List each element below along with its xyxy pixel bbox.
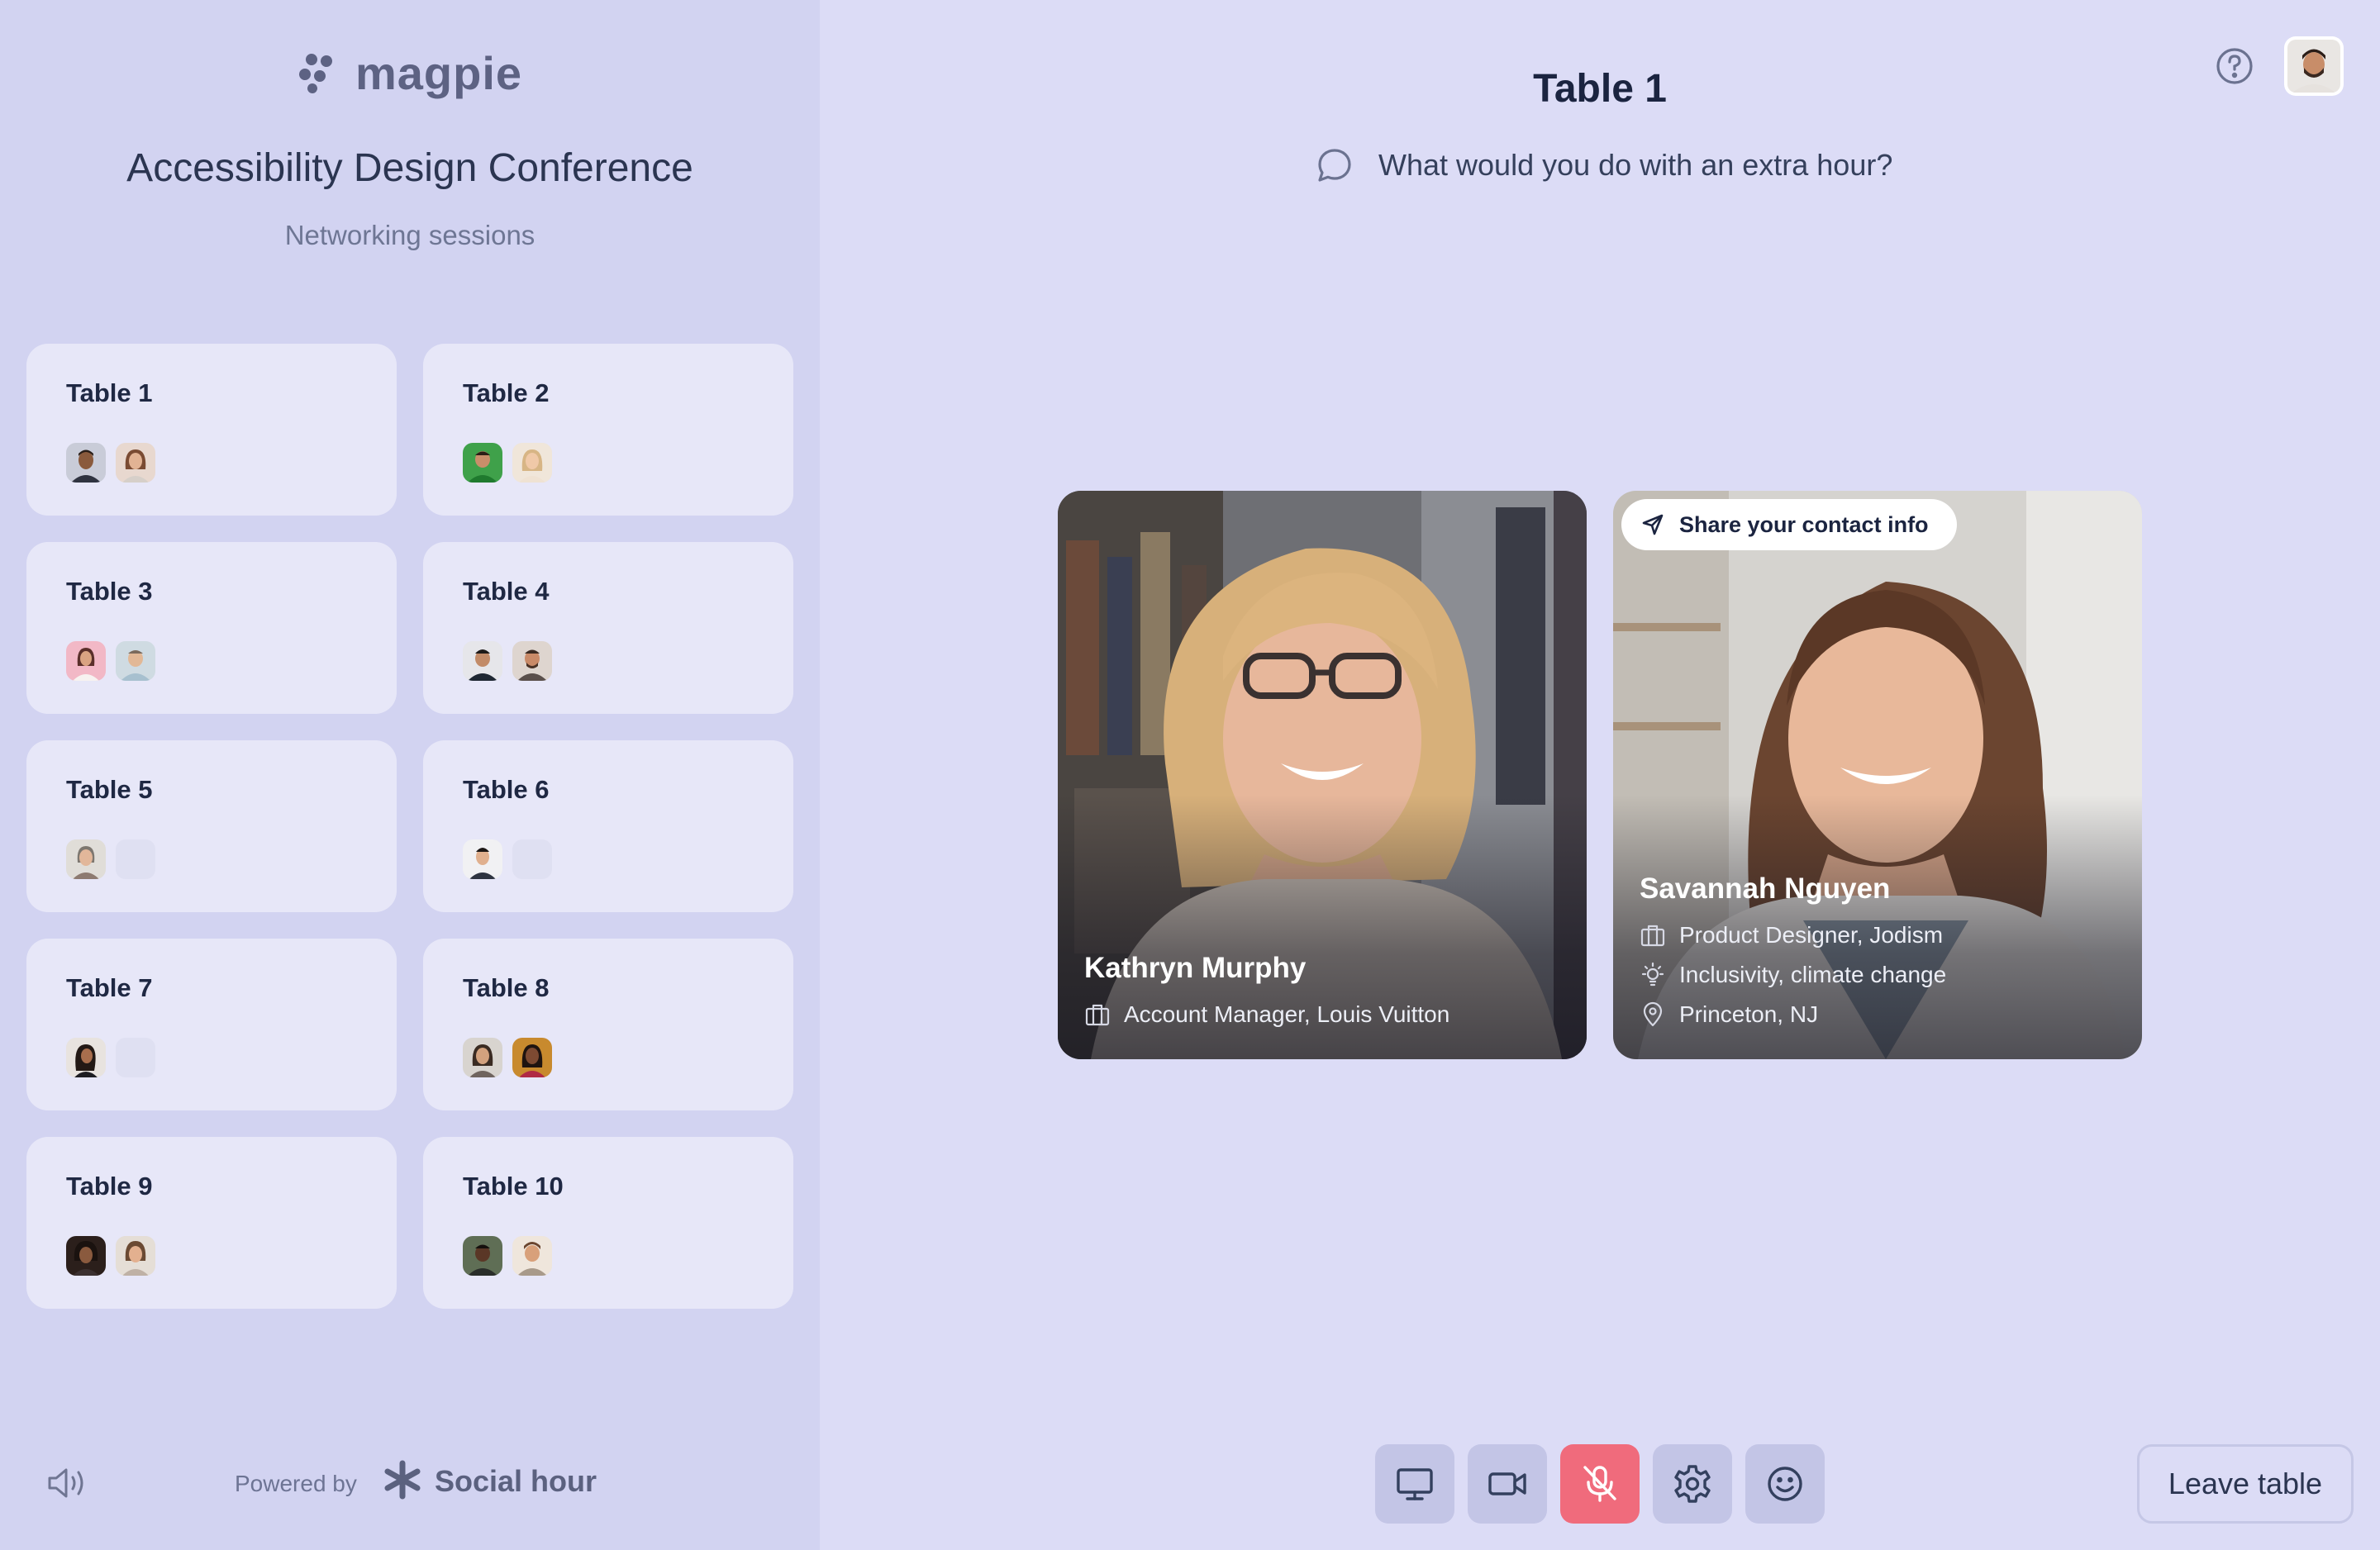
event-title: Accessibility Design Conference [126,146,693,190]
table-avatars [463,839,552,879]
table-avatars [463,443,552,483]
avatar [66,641,106,681]
gear-icon [1674,1465,1711,1503]
table-card-10[interactable]: Table 10 [423,1137,793,1309]
briefcase-icon [1085,1004,1110,1026]
avatar [116,1236,155,1276]
table-avatars [463,1236,552,1276]
table-avatars [463,641,552,681]
prompt-text: What would you do with an extra hour? [1378,148,1893,182]
participant-name: Savannah Nguyen [1640,872,1891,905]
table-avatars [463,1038,552,1077]
call-controls [1375,1444,1825,1524]
avatar-empty [116,1038,155,1077]
table-card-1[interactable]: Table 1 [26,344,397,516]
avatar [66,839,106,879]
table-card-2[interactable]: Table 2 [423,344,793,516]
reactions-button[interactable] [1745,1444,1825,1524]
location-pin-icon [1643,1001,1663,1027]
avatar [116,641,155,681]
participant-video-kathryn: Kathryn Murphy Account Manager, Louis Vu… [1058,491,1587,1059]
table-card-5[interactable]: Table 5 [26,740,397,912]
video-camera-icon [1488,1472,1526,1495]
table-name: Table 10 [463,1172,564,1201]
table-name: Table 1 [66,378,153,407]
screen-share-button[interactable] [1375,1444,1454,1524]
avatar [463,839,502,879]
camera-button[interactable] [1468,1444,1547,1524]
table-name: Table 5 [66,775,153,804]
avatar [116,443,155,483]
table-card-3[interactable]: Table 3 [26,542,397,714]
avatar [512,443,552,483]
avatar [463,1038,502,1077]
avatar [512,1038,552,1077]
sidebar-footer: Powered by Social hour [0,1454,820,1512]
avatar-empty [116,839,155,879]
volume-icon[interactable] [45,1464,88,1502]
table-name: Table 3 [66,577,153,606]
participant-job-text: Account Manager, Louis Vuitton [1124,1001,1450,1027]
table-avatars [66,1038,155,1077]
powered-by-label: Powered by [235,1471,357,1496]
table-card-4[interactable]: Table 4 [423,542,793,714]
avatar [463,641,502,681]
avatar [66,443,106,483]
conversation-prompt: What would you do with an extra hour? [1316,144,1892,187]
participant-location-text: Princeton, NJ [1679,1001,1819,1027]
avatar [66,1236,106,1276]
participant-location: Princeton, NJ [1640,1001,1818,1028]
table-name: Table 6 [463,775,550,804]
page-title: Table 1 [1533,67,1667,111]
settings-button[interactable] [1653,1444,1732,1524]
user-avatar[interactable] [2284,36,2344,96]
table-name: Table 2 [463,378,550,407]
event-subtitle: Networking sessions [284,220,536,250]
magpie-logo-icon [298,53,332,93]
share-contact-label: Share your contact info [1679,511,1929,537]
participant-job-text: Product Designer, Jodism [1679,922,1944,948]
help-icon[interactable] [2215,46,2254,86]
sidebar: magpie Accessibility Design Conference N… [0,0,820,1550]
send-icon [1642,514,1664,535]
table-card-8[interactable]: Table 8 [423,939,793,1110]
participant-interests: Inclusivity, climate change [1640,962,1946,988]
table-card-9[interactable]: Table 9 [26,1137,397,1309]
smiley-icon [1768,1467,1802,1501]
table-avatars [66,1236,155,1276]
table-name: Table 9 [66,1172,153,1201]
chat-bubble-icon [1318,149,1351,182]
avatar [66,1038,106,1077]
table-name: Table 8 [463,973,550,1002]
share-contact-button[interactable]: Share your contact info [1621,499,1957,550]
leave-table-button[interactable]: Leave table [2137,1444,2354,1524]
table-avatars [66,839,155,879]
social-hour-brand: Social hour [435,1464,597,1498]
logo-text: magpie [355,47,523,99]
lightbulb-icon [1641,962,1664,987]
table-list: Table 1 Table 2 Table 3 Table 4 Table 5 … [26,344,793,1309]
table-name: Table 4 [463,577,550,606]
avatar [463,443,502,483]
microphone-mute-button[interactable] [1560,1444,1640,1524]
table-name: Table 7 [66,973,153,1002]
table-avatars [66,641,155,681]
social-hour-logo-icon [384,1460,421,1500]
avatar-empty [512,839,552,879]
magpie-logo: magpie [0,46,820,100]
monitor-icon [1397,1468,1433,1500]
participant-job: Product Designer, Jodism [1640,922,1943,949]
participant-video-savannah: Share your contact info Savannah Nguyen … [1613,491,2142,1059]
briefcase-icon [1640,925,1665,947]
participant-interests-text: Inclusivity, climate change [1679,962,1947,987]
participant-name: Kathryn Murphy [1084,952,1307,984]
table-avatars [66,443,155,483]
microphone-off-icon [1583,1466,1616,1502]
table-card-6[interactable]: Table 6 [423,740,793,912]
table-card-7[interactable]: Table 7 [26,939,397,1110]
participant-job: Account Manager, Louis Vuitton [1084,1001,1449,1028]
avatar [463,1236,502,1276]
avatar [512,641,552,681]
avatar [512,1236,552,1276]
